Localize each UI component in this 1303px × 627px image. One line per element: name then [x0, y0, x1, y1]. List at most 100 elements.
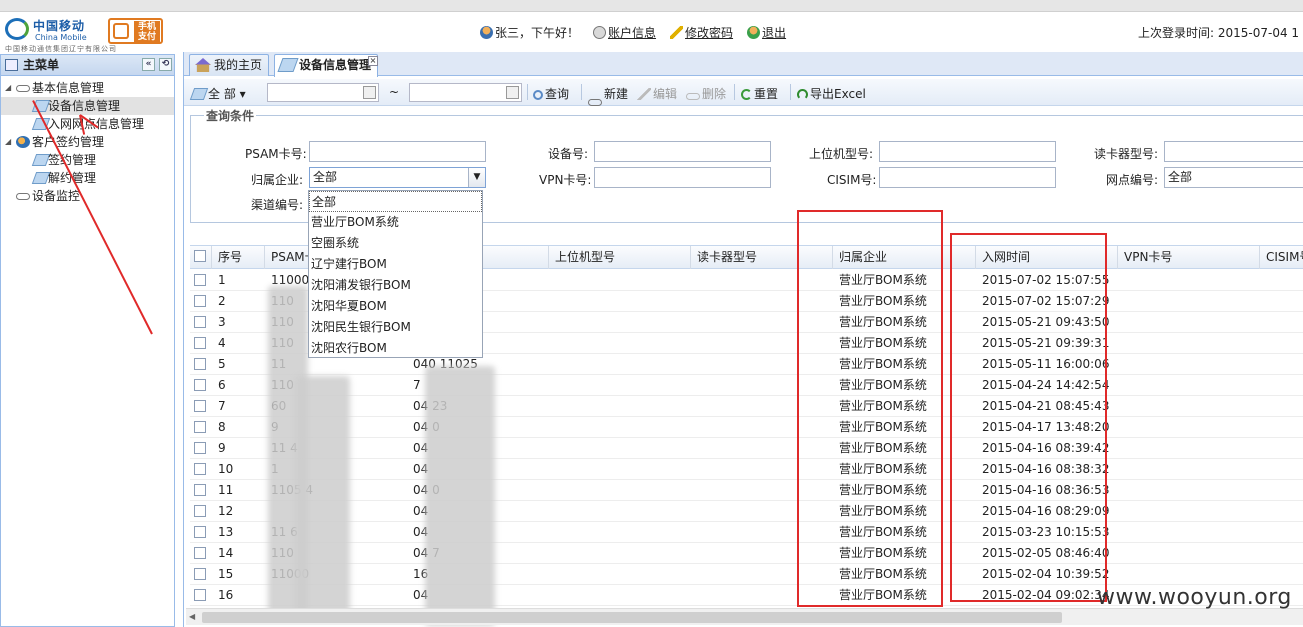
cell-host-model [549, 564, 691, 585]
dropdown-option[interactable]: 沈阳民生银行BOM [309, 317, 482, 338]
edit-button[interactable]: 编辑 [637, 85, 677, 102]
select-all-cell[interactable] [190, 246, 212, 269]
tab-device-info[interactable]: 设备信息管理 × [274, 54, 379, 77]
tree-node-device-monitor[interactable]: 设备监控 [1, 187, 174, 205]
logout-link[interactable]: 退出 [747, 24, 786, 41]
tree-node-device-info[interactable]: 设备信息管理 [1, 97, 174, 115]
chevron-down-icon[interactable]: ▼ [468, 168, 485, 187]
dropdown-option[interactable]: 营业厅BOM系统 [309, 212, 482, 233]
tree-node-contract[interactable]: ◢ 客户签约管理 [1, 133, 174, 151]
row-checkbox[interactable] [194, 379, 206, 391]
col-join-time[interactable]: 入网时间 [976, 246, 1118, 269]
dropdown-option[interactable]: 沈阳农行BOM [309, 338, 482, 359]
col-company[interactable]: 归属企业 [833, 246, 976, 269]
scroll-left-icon[interactable]: ◀ [189, 612, 195, 621]
collapse-sidebar-button[interactable]: « [142, 58, 155, 71]
cell-vpn [1118, 354, 1260, 375]
select-all-checkbox[interactable] [194, 250, 206, 262]
row-checkbox[interactable] [194, 358, 206, 370]
dropdown-option[interactable]: 空圈系统 [309, 233, 482, 254]
row-checkbox[interactable] [194, 547, 206, 559]
cell-cisim [1260, 417, 1303, 438]
table-row[interactable]: 10104营业厅BOM系统2015-04-16 08:38:32 [190, 459, 1303, 480]
row-checkbox[interactable] [194, 526, 206, 538]
refresh-tree-button[interactable]: ⟲ [159, 58, 172, 71]
outlet-combo[interactable]: 全部 [1164, 167, 1303, 188]
cell-reader-model [691, 459, 833, 480]
filter-select[interactable]: 全 部 ▾ [189, 85, 246, 102]
new-button[interactable]: 新建 [588, 85, 628, 106]
table-row[interactable]: 111105 404 0营业厅BOM系统2015-04-16 08:36:53 [190, 480, 1303, 501]
tree-node-cancel[interactable]: 解约管理 [1, 169, 174, 187]
tab-home[interactable]: 我的主页 [189, 54, 270, 76]
row-checkbox[interactable] [194, 568, 206, 580]
calendar-icon[interactable] [506, 86, 519, 99]
col-vpn[interactable]: VPN卡号 [1118, 246, 1260, 269]
end-date-input[interactable] [409, 83, 522, 102]
host-model-input[interactable] [879, 141, 1056, 162]
row-checkbox[interactable] [194, 484, 206, 496]
cell-cisim [1260, 396, 1303, 417]
table-row[interactable]: 151100016营业厅BOM系统2015-02-04 10:39:52 [190, 564, 1303, 585]
table-row[interactable]: 911 404营业厅BOM系统2015-04-16 08:39:42 [190, 438, 1303, 459]
start-date-input[interactable] [267, 83, 379, 102]
col-no[interactable]: 序号 [212, 246, 265, 269]
col-cisim[interactable]: CISIM号 [1260, 246, 1303, 269]
company-dropdown: 全部 营业厅BOM系统 空圈系统 辽宁建行BOM 沈阳浦发银行BOM 沈阳华夏BOM 沈阳民… [308, 190, 483, 358]
row-checkbox[interactable] [194, 589, 206, 601]
row-checkbox[interactable] [194, 295, 206, 307]
dropdown-option[interactable]: 全部 [309, 191, 482, 212]
row-checkbox[interactable] [194, 463, 206, 475]
dropdown-option[interactable]: 沈阳华夏BOM [309, 296, 482, 317]
cell-host-model [549, 417, 691, 438]
row-checkbox[interactable] [194, 421, 206, 433]
table-row[interactable]: 61107营业厅BOM系统2015-04-24 14:42:54 [190, 375, 1303, 396]
row-checkbox[interactable] [194, 337, 206, 349]
device-no-input[interactable] [594, 141, 771, 162]
vpn-input[interactable] [594, 167, 771, 188]
col-reader-model[interactable]: 读卡器型号 [691, 246, 833, 269]
cell-vpn [1118, 291, 1260, 312]
tree-node-outlet-info[interactable]: 入网网点信息管理 [1, 115, 174, 133]
cisim-input[interactable] [879, 167, 1056, 188]
expand-arrow-icon[interactable]: ◢ [5, 79, 11, 97]
account-info-link[interactable]: 账户信息 [593, 24, 656, 41]
cell-no: 12 [218, 504, 234, 518]
col-host-model[interactable]: 上位机型号 [549, 246, 691, 269]
row-checkbox[interactable] [194, 316, 206, 328]
cell-join-time: 2015-04-24 14:42:54 [982, 378, 1110, 392]
dropdown-option[interactable]: 辽宁建行BOM [309, 254, 482, 275]
expand-arrow-icon[interactable]: ◢ [5, 133, 11, 151]
add-icon [588, 99, 602, 106]
table-row[interactable]: 76004 23营业厅BOM系统2015-04-21 08:45:43 [190, 396, 1303, 417]
reader-model-input[interactable] [1164, 141, 1303, 162]
export-excel-button[interactable]: 导出Excel [797, 85, 866, 102]
tree-node-sign[interactable]: 签约管理 [1, 151, 174, 169]
header-links: 张三，下午好！ 账户信息 修改密码 退出 [480, 24, 786, 41]
psam-input[interactable] [309, 141, 486, 162]
delete-button[interactable]: 删除 [686, 85, 726, 102]
query-button[interactable]: 查询 [533, 85, 569, 102]
tree-node-basic-info[interactable]: ◢ 基本信息管理 [1, 79, 174, 97]
row-checkbox[interactable] [194, 505, 206, 517]
change-password-link[interactable]: 修改密码 [670, 24, 733, 41]
search-icon [533, 90, 543, 100]
table-row[interactable]: 12 04 营业厅BOM系统 2015-04-16 08:29:09 [190, 501, 1303, 522]
row-checkbox[interactable] [194, 400, 206, 412]
dropdown-option[interactable]: 沈阳浦发银行BOM [309, 275, 482, 296]
row-checkbox[interactable] [194, 442, 206, 454]
calendar-icon[interactable] [363, 86, 376, 99]
close-tab-icon[interactable]: × [368, 56, 379, 66]
table-row[interactable]: 1411004 7营业厅BOM系统2015-02-05 08:46:40 [190, 543, 1303, 564]
cell-no: 10 [218, 462, 234, 476]
company-combo[interactable]: 全部 ▼ [309, 167, 486, 188]
link-icon [16, 85, 30, 92]
table-row[interactable]: 8904 0营业厅BOM系统2015-04-17 13:48:20 [190, 417, 1303, 438]
table-row[interactable]: 1311 604营业厅BOM系统2015-03-23 10:15:53 [190, 522, 1303, 543]
cell-vpn [1118, 501, 1260, 522]
cell-reader-model [691, 501, 833, 522]
scrollbar-thumb[interactable] [202, 612, 1062, 623]
row-checkbox[interactable] [194, 274, 206, 286]
horizontal-scrollbar[interactable]: ◀ [186, 608, 1303, 625]
reset-button[interactable]: 重置 [741, 85, 778, 102]
